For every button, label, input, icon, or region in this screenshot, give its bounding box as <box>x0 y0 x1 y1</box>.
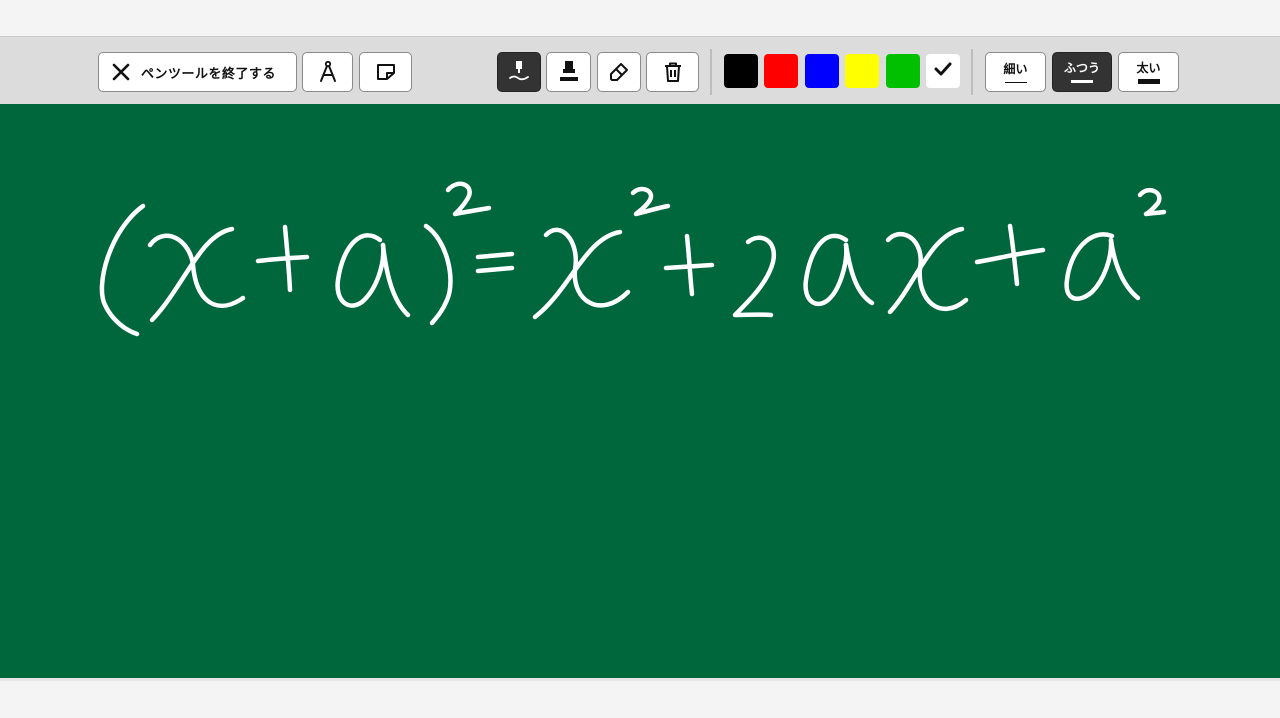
stroke-a2-1 <box>803 233 849 307</box>
line-width-normal-button[interactable]: ふつう <box>1052 52 1112 92</box>
line-width-thin-label: 細い <box>1003 61 1028 76</box>
exit-pen-tool-button[interactable]: ペンツールを終了する <box>98 52 297 92</box>
line-width-thick-label: 太い <box>1136 60 1161 75</box>
stroke-a-1 <box>335 233 386 308</box>
stroke-close-paren <box>423 223 453 326</box>
line-width-normal-label: ふつう <box>1063 61 1100 75</box>
compass-button[interactable] <box>302 52 353 92</box>
drawing-board[interactable] <box>0 104 1280 678</box>
top-strip <box>0 0 1280 36</box>
stroke-plus2-2 <box>684 233 695 297</box>
toolbar-separator <box>971 49 973 95</box>
stroke-sup2-1 <box>445 181 492 217</box>
color-swatch-white[interactable] <box>926 54 960 88</box>
stroke-a-2 <box>380 242 411 318</box>
eraser-icon <box>608 61 630 83</box>
stroke-x-1 <box>147 233 246 308</box>
clear-all-button[interactable] <box>646 52 699 92</box>
stroke-sup2-2 <box>630 186 671 217</box>
compass-icon <box>317 60 339 84</box>
thick-line-sample <box>1137 78 1160 84</box>
toolbar-separator <box>710 49 712 95</box>
stroke-open-paren <box>99 203 146 337</box>
color-swatch-blue[interactable] <box>805 54 839 88</box>
stroke-sup2-3 <box>1137 187 1167 217</box>
exit-pen-tool-label: ペンツールを終了する <box>141 66 277 82</box>
check-icon <box>934 61 952 81</box>
stroke-two <box>732 235 777 318</box>
marker-tool-button[interactable] <box>546 52 591 92</box>
color-swatch-green[interactable] <box>886 54 920 88</box>
stroke-plus3-1 <box>974 247 1046 265</box>
trash-icon <box>663 61 683 83</box>
sticky-note-button[interactable] <box>359 52 412 92</box>
bottom-edge <box>0 678 1280 681</box>
color-swatch-black[interactable] <box>724 54 758 88</box>
color-swatch-yellow[interactable] <box>845 54 879 88</box>
pen-tool-button[interactable] <box>497 52 541 92</box>
pen-toolbar: ペンツールを終了する 細い ふつう 太い <box>0 36 1280 104</box>
close-icon <box>111 62 131 82</box>
line-width-thick-button[interactable]: 太い <box>1118 52 1179 92</box>
pen-icon <box>507 59 531 85</box>
stroke-plus-1 <box>255 254 310 264</box>
color-swatch-red[interactable] <box>764 54 798 88</box>
stroke-equals-1 <box>475 251 515 260</box>
stroke-a3-1 <box>1064 232 1115 301</box>
stroke-plus-2 <box>282 224 293 293</box>
eraser-button[interactable] <box>597 52 641 92</box>
stroke-a2-2 <box>843 242 875 306</box>
normal-line-sample <box>1071 80 1093 83</box>
line-width-thin-button[interactable]: 細い <box>985 52 1046 92</box>
sticky-note-icon <box>375 62 397 82</box>
thin-line-sample <box>1004 81 1027 83</box>
handwritten-strokes <box>99 181 1167 337</box>
stroke-equals-2 <box>475 265 515 274</box>
marker-icon <box>557 59 581 85</box>
stroke-a3-2 <box>1108 237 1141 301</box>
